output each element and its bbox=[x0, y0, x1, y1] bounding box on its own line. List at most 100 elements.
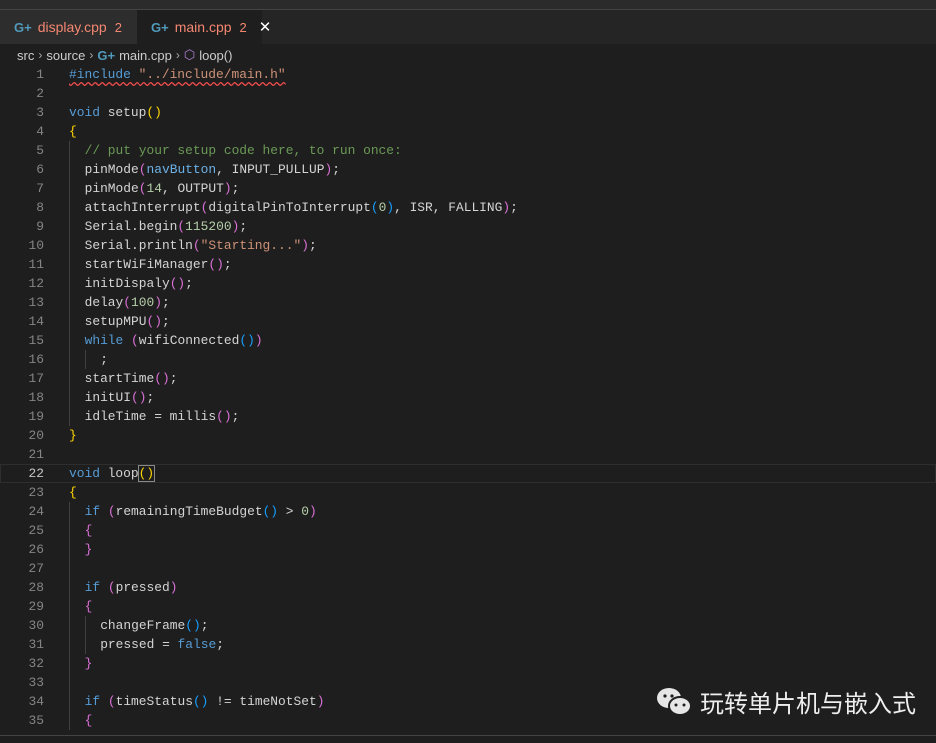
code-line[interactable]: 18 initUI(); bbox=[0, 388, 936, 407]
code-line[interactable]: 19 idleTime = millis(); bbox=[0, 407, 936, 426]
code-text: void loop() bbox=[69, 464, 156, 483]
code-token: navButton bbox=[146, 162, 217, 177]
code-line[interactable]: 15 while (wifiConnected()) bbox=[0, 331, 936, 350]
indent-guide bbox=[69, 407, 85, 426]
code-line[interactable]: 30 changeFrame(); bbox=[0, 616, 936, 635]
line-number: 33 bbox=[28, 675, 44, 690]
code-text: } bbox=[69, 654, 93, 673]
code-line[interactable]: 12 initDispaly(); bbox=[0, 274, 936, 293]
line-number: 1 bbox=[36, 67, 44, 82]
line-number: 34 bbox=[28, 694, 44, 709]
code-token: changeFrame bbox=[100, 618, 186, 633]
code-editor[interactable]: 1 #include "../include/main.h" 2 3 void setu… bbox=[0, 65, 936, 735]
indent-guide bbox=[69, 236, 85, 255]
code-token: } bbox=[84, 542, 93, 557]
code-token: () bbox=[169, 276, 186, 291]
code-line[interactable]: 24 if (remainingTimeBudget() > 0) bbox=[0, 502, 936, 521]
code-token: ( bbox=[123, 295, 132, 310]
code-line[interactable]: 9 Serial.begin(115200); bbox=[0, 217, 936, 236]
indent-guide bbox=[69, 141, 85, 160]
close-icon[interactable]: ✕ bbox=[259, 18, 272, 36]
code-token: ; bbox=[146, 390, 155, 405]
code-line[interactable]: 1 #include "../include/main.h" bbox=[0, 65, 936, 84]
code-token: ( bbox=[138, 181, 147, 196]
code-token: if bbox=[84, 504, 101, 519]
code-token: } bbox=[84, 656, 93, 671]
code-line[interactable]: 22 void loop() bbox=[0, 464, 936, 483]
code-line[interactable]: 7 pinMode(14, OUTPUT); bbox=[0, 179, 936, 198]
indent-guide bbox=[69, 179, 85, 198]
code-text: startWiFiManager(); bbox=[69, 255, 232, 274]
code-line[interactable]: 16; bbox=[0, 350, 936, 369]
code-token: ) bbox=[223, 181, 232, 196]
code-line[interactable]: 25 { bbox=[0, 521, 936, 540]
code-text: delay(100); bbox=[69, 293, 170, 312]
tab-main-cpp[interactable]: G+ main.cpp 2 ✕ bbox=[137, 10, 271, 44]
code-token: #include bbox=[69, 67, 139, 82]
code-token: ) bbox=[316, 694, 325, 709]
code-line[interactable]: 32} bbox=[0, 654, 936, 673]
code-token: initUI bbox=[84, 390, 132, 405]
code-token: ( bbox=[177, 219, 186, 234]
code-token: if bbox=[84, 580, 101, 595]
code-token: pinMode bbox=[84, 162, 139, 177]
code-token: > bbox=[278, 504, 302, 519]
chevron-right-icon: › bbox=[89, 48, 94, 62]
code-line[interactable]: 29 { bbox=[0, 597, 936, 616]
code-line[interactable]: 6 pinMode(navButton, INPUT_PULLUP); bbox=[0, 160, 936, 179]
code-token: ; bbox=[185, 276, 193, 291]
code-line[interactable]: 31 pressed = false; bbox=[0, 635, 936, 654]
code-token: setupMPU bbox=[84, 314, 147, 329]
line-number: 29 bbox=[28, 599, 44, 614]
code-text: initUI(); bbox=[69, 388, 155, 407]
tab-bar: G+ display.cpp 2 G+ main.cpp 2 ✕ bbox=[0, 10, 936, 44]
code-token: false bbox=[177, 637, 217, 652]
indent-guide bbox=[69, 673, 85, 692]
indent-guide bbox=[69, 521, 85, 540]
line-number: 24 bbox=[28, 504, 44, 519]
code-line[interactable]: 3 void setup() bbox=[0, 103, 936, 122]
code-token: 14 bbox=[146, 181, 162, 196]
code-text: { bbox=[69, 483, 77, 502]
code-line[interactable]: 27 bbox=[0, 559, 936, 578]
code-token: { bbox=[84, 713, 93, 728]
code-line[interactable]: 21 bbox=[0, 445, 936, 464]
code-line[interactable]: 26} bbox=[0, 540, 936, 559]
code-token: initDispaly bbox=[84, 276, 170, 291]
code-line[interactable]: 11 startWiFiManager(); bbox=[0, 255, 936, 274]
code-token: Serial.begin bbox=[84, 219, 178, 234]
code-token: , INPUT_PULLUP bbox=[216, 162, 325, 177]
tab-label: main.cpp bbox=[174, 19, 232, 35]
code-text: pinMode(14, OUTPUT); bbox=[69, 179, 240, 198]
code-text: initDispaly(); bbox=[69, 274, 193, 293]
code-text: changeFrame(); bbox=[69, 616, 208, 635]
line-number: 4 bbox=[36, 124, 44, 139]
code-token: ) bbox=[309, 504, 317, 519]
code-line[interactable]: 10 Serial.println("Starting..."); bbox=[0, 236, 936, 255]
code-line[interactable]: 20} bbox=[0, 426, 936, 445]
code-token: 100 bbox=[131, 295, 155, 310]
code-token: ; bbox=[308, 238, 317, 253]
code-line[interactable]: 8 attachInterrupt(digitalPinToInterrupt(0… bbox=[0, 198, 936, 217]
code-text: if (remainingTimeBudget() > 0) bbox=[69, 502, 317, 521]
code-line[interactable]: 4{ bbox=[0, 122, 936, 141]
code-line[interactable]: 23 { bbox=[0, 483, 936, 502]
breadcrumb-src[interactable]: src bbox=[17, 48, 34, 63]
code-line[interactable]: 13 delay(100); bbox=[0, 293, 936, 312]
code-line[interactable]: 28 if (pressed) bbox=[0, 578, 936, 597]
code-token: delay bbox=[84, 295, 124, 310]
breadcrumb-symbol[interactable]: loop() bbox=[199, 48, 232, 63]
tab-display-cpp[interactable]: G+ display.cpp 2 bbox=[0, 10, 137, 44]
code-token: ( bbox=[192, 238, 201, 253]
code-token: () bbox=[208, 257, 224, 272]
indent-guide bbox=[69, 616, 85, 635]
code-token: // put your setup code here, to run once… bbox=[84, 143, 402, 158]
breadcrumb-source[interactable]: source bbox=[46, 48, 85, 63]
code-line[interactable]: 5 // put your setup code here, to run onc… bbox=[0, 141, 936, 160]
breadcrumb-file[interactable]: main.cpp bbox=[119, 48, 172, 63]
code-line[interactable]: 2 bbox=[0, 84, 936, 103]
code-line[interactable]: 17 startTime(); bbox=[0, 369, 936, 388]
code-line[interactable]: 14 setupMPU(); bbox=[0, 312, 936, 331]
code-token: ) bbox=[502, 200, 511, 215]
